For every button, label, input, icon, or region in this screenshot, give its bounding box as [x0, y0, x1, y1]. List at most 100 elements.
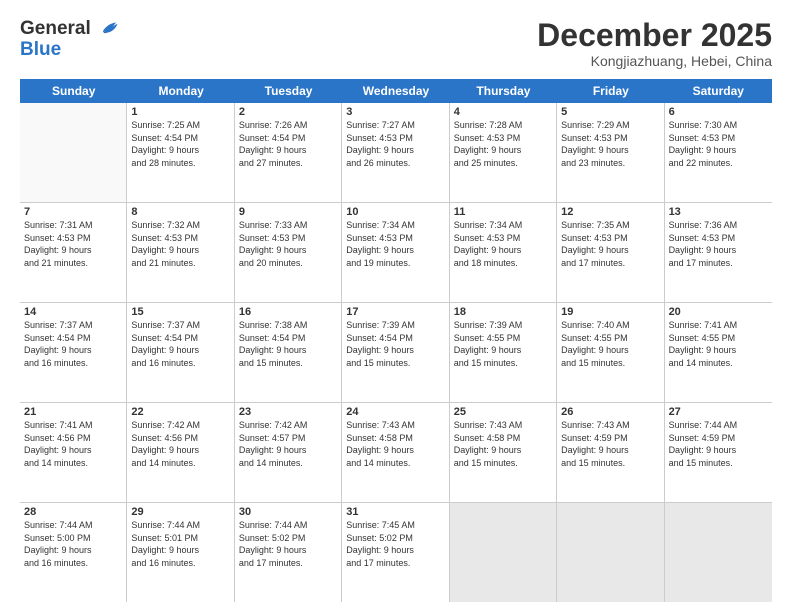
cell-text-line: Sunrise: 7:34 AM — [346, 219, 444, 232]
day-number: 15 — [131, 306, 229, 318]
calendar-cell: 10Sunrise: 7:34 AMSunset: 4:53 PMDayligh… — [342, 203, 449, 302]
cell-text-line: and 20 minutes. — [239, 257, 337, 270]
calendar-cell: 20Sunrise: 7:41 AMSunset: 4:55 PMDayligh… — [665, 303, 772, 402]
cell-text-line: and 15 minutes. — [239, 357, 337, 370]
calendar-body: 1Sunrise: 7:25 AMSunset: 4:54 PMDaylight… — [20, 103, 772, 602]
cell-text-line: Daylight: 9 hours — [561, 144, 659, 157]
cell-text-line: Sunrise: 7:37 AM — [131, 319, 229, 332]
calendar-cell: 13Sunrise: 7:36 AMSunset: 4:53 PMDayligh… — [665, 203, 772, 302]
cell-text-line: Sunrise: 7:31 AM — [24, 219, 122, 232]
weekday-header-saturday: Saturday — [665, 79, 772, 103]
calendar-row-5: 28Sunrise: 7:44 AMSunset: 5:00 PMDayligh… — [20, 503, 772, 602]
cell-text-line: and 15 minutes. — [561, 457, 659, 470]
day-number: 2 — [239, 106, 337, 118]
cell-text-line: Sunrise: 7:36 AM — [669, 219, 768, 232]
cell-text-line: Daylight: 9 hours — [454, 144, 552, 157]
calendar-cell — [665, 503, 772, 602]
cell-text-line: Sunrise: 7:34 AM — [454, 219, 552, 232]
cell-text-line: Sunset: 4:53 PM — [669, 132, 768, 145]
day-number: 14 — [24, 306, 122, 318]
cell-text-line: Sunset: 4:53 PM — [24, 232, 122, 245]
calendar-cell: 3Sunrise: 7:27 AMSunset: 4:53 PMDaylight… — [342, 103, 449, 202]
day-number: 16 — [239, 306, 337, 318]
calendar-cell: 24Sunrise: 7:43 AMSunset: 4:58 PMDayligh… — [342, 403, 449, 502]
calendar-page: General Blue December 2025 Kongjiazhuang… — [0, 0, 792, 612]
cell-text-line: Sunset: 4:53 PM — [346, 232, 444, 245]
cell-text-line: and 21 minutes. — [24, 257, 122, 270]
calendar-cell: 16Sunrise: 7:38 AMSunset: 4:54 PMDayligh… — [235, 303, 342, 402]
cell-text-line: Sunset: 4:54 PM — [131, 332, 229, 345]
calendar-cell: 6Sunrise: 7:30 AMSunset: 4:53 PMDaylight… — [665, 103, 772, 202]
cell-text-line: Sunset: 4:53 PM — [239, 232, 337, 245]
calendar-cell: 9Sunrise: 7:33 AMSunset: 4:53 PMDaylight… — [235, 203, 342, 302]
calendar-cell: 23Sunrise: 7:42 AMSunset: 4:57 PMDayligh… — [235, 403, 342, 502]
cell-text-line: Sunrise: 7:45 AM — [346, 519, 444, 532]
calendar-row-2: 7Sunrise: 7:31 AMSunset: 4:53 PMDaylight… — [20, 203, 772, 303]
cell-text-line: Daylight: 9 hours — [239, 444, 337, 457]
cell-text-line: Daylight: 9 hours — [454, 344, 552, 357]
logo: General Blue — [20, 18, 119, 61]
cell-text-line: Sunrise: 7:44 AM — [239, 519, 337, 532]
calendar-cell: 29Sunrise: 7:44 AMSunset: 5:01 PMDayligh… — [127, 503, 234, 602]
month-title: December 2025 — [537, 18, 772, 53]
logo-blue: Blue — [20, 40, 119, 61]
cell-text-line: Sunset: 5:00 PM — [24, 532, 122, 545]
calendar-row-4: 21Sunrise: 7:41 AMSunset: 4:56 PMDayligh… — [20, 403, 772, 503]
cell-text-line: and 26 minutes. — [346, 157, 444, 170]
cell-text-line: and 25 minutes. — [454, 157, 552, 170]
cell-text-line: Sunrise: 7:41 AM — [24, 419, 122, 432]
cell-text-line: Sunset: 4:55 PM — [454, 332, 552, 345]
day-number: 1 — [131, 106, 229, 118]
cell-text-line: Daylight: 9 hours — [24, 444, 122, 457]
cell-text-line: Sunset: 4:58 PM — [346, 432, 444, 445]
cell-text-line: Sunset: 5:01 PM — [131, 532, 229, 545]
calendar-cell: 22Sunrise: 7:42 AMSunset: 4:56 PMDayligh… — [127, 403, 234, 502]
cell-text-line: Sunset: 4:56 PM — [24, 432, 122, 445]
cell-text-line: Sunset: 4:54 PM — [346, 332, 444, 345]
cell-text-line: and 17 minutes. — [346, 557, 444, 570]
day-number: 23 — [239, 406, 337, 418]
calendar-cell: 12Sunrise: 7:35 AMSunset: 4:53 PMDayligh… — [557, 203, 664, 302]
cell-text-line: Sunset: 4:53 PM — [454, 132, 552, 145]
cell-text-line: Sunrise: 7:44 AM — [24, 519, 122, 532]
cell-text-line: Daylight: 9 hours — [346, 144, 444, 157]
cell-text-line: Daylight: 9 hours — [239, 544, 337, 557]
cell-text-line: and 16 minutes. — [131, 357, 229, 370]
cell-text-line: and 14 minutes. — [24, 457, 122, 470]
cell-text-line: and 16 minutes. — [24, 557, 122, 570]
calendar-cell: 4Sunrise: 7:28 AMSunset: 4:53 PMDaylight… — [450, 103, 557, 202]
cell-text-line: Daylight: 9 hours — [669, 444, 768, 457]
weekday-header-thursday: Thursday — [450, 79, 557, 103]
cell-text-line: Sunrise: 7:33 AM — [239, 219, 337, 232]
day-number: 6 — [669, 106, 768, 118]
day-number: 30 — [239, 506, 337, 518]
cell-text-line: Sunrise: 7:30 AM — [669, 119, 768, 132]
calendar-cell: 2Sunrise: 7:26 AMSunset: 4:54 PMDaylight… — [235, 103, 342, 202]
cell-text-line: Daylight: 9 hours — [561, 344, 659, 357]
cell-text-line: Daylight: 9 hours — [669, 244, 768, 257]
cell-text-line: and 16 minutes. — [24, 357, 122, 370]
cell-text-line: Sunrise: 7:39 AM — [346, 319, 444, 332]
cell-text-line: Sunrise: 7:37 AM — [24, 319, 122, 332]
cell-text-line: Sunset: 4:54 PM — [239, 132, 337, 145]
day-number: 8 — [131, 206, 229, 218]
cell-text-line: Sunrise: 7:43 AM — [454, 419, 552, 432]
cell-text-line: and 19 minutes. — [346, 257, 444, 270]
cell-text-line: Daylight: 9 hours — [239, 244, 337, 257]
cell-text-line: Sunset: 4:56 PM — [131, 432, 229, 445]
calendar-cell: 8Sunrise: 7:32 AMSunset: 4:53 PMDaylight… — [127, 203, 234, 302]
calendar-cell: 5Sunrise: 7:29 AMSunset: 4:53 PMDaylight… — [557, 103, 664, 202]
weekday-header-friday: Friday — [557, 79, 664, 103]
weekday-header-monday: Monday — [127, 79, 234, 103]
cell-text-line: Sunrise: 7:26 AM — [239, 119, 337, 132]
day-number: 9 — [239, 206, 337, 218]
calendar-cell: 21Sunrise: 7:41 AMSunset: 4:56 PMDayligh… — [20, 403, 127, 502]
cell-text-line: Sunset: 4:59 PM — [561, 432, 659, 445]
day-number: 12 — [561, 206, 659, 218]
day-number: 19 — [561, 306, 659, 318]
cell-text-line: and 14 minutes. — [131, 457, 229, 470]
cell-text-line: Daylight: 9 hours — [131, 244, 229, 257]
cell-text-line: and 16 minutes. — [131, 557, 229, 570]
day-number: 26 — [561, 406, 659, 418]
header: General Blue December 2025 Kongjiazhuang… — [20, 18, 772, 69]
